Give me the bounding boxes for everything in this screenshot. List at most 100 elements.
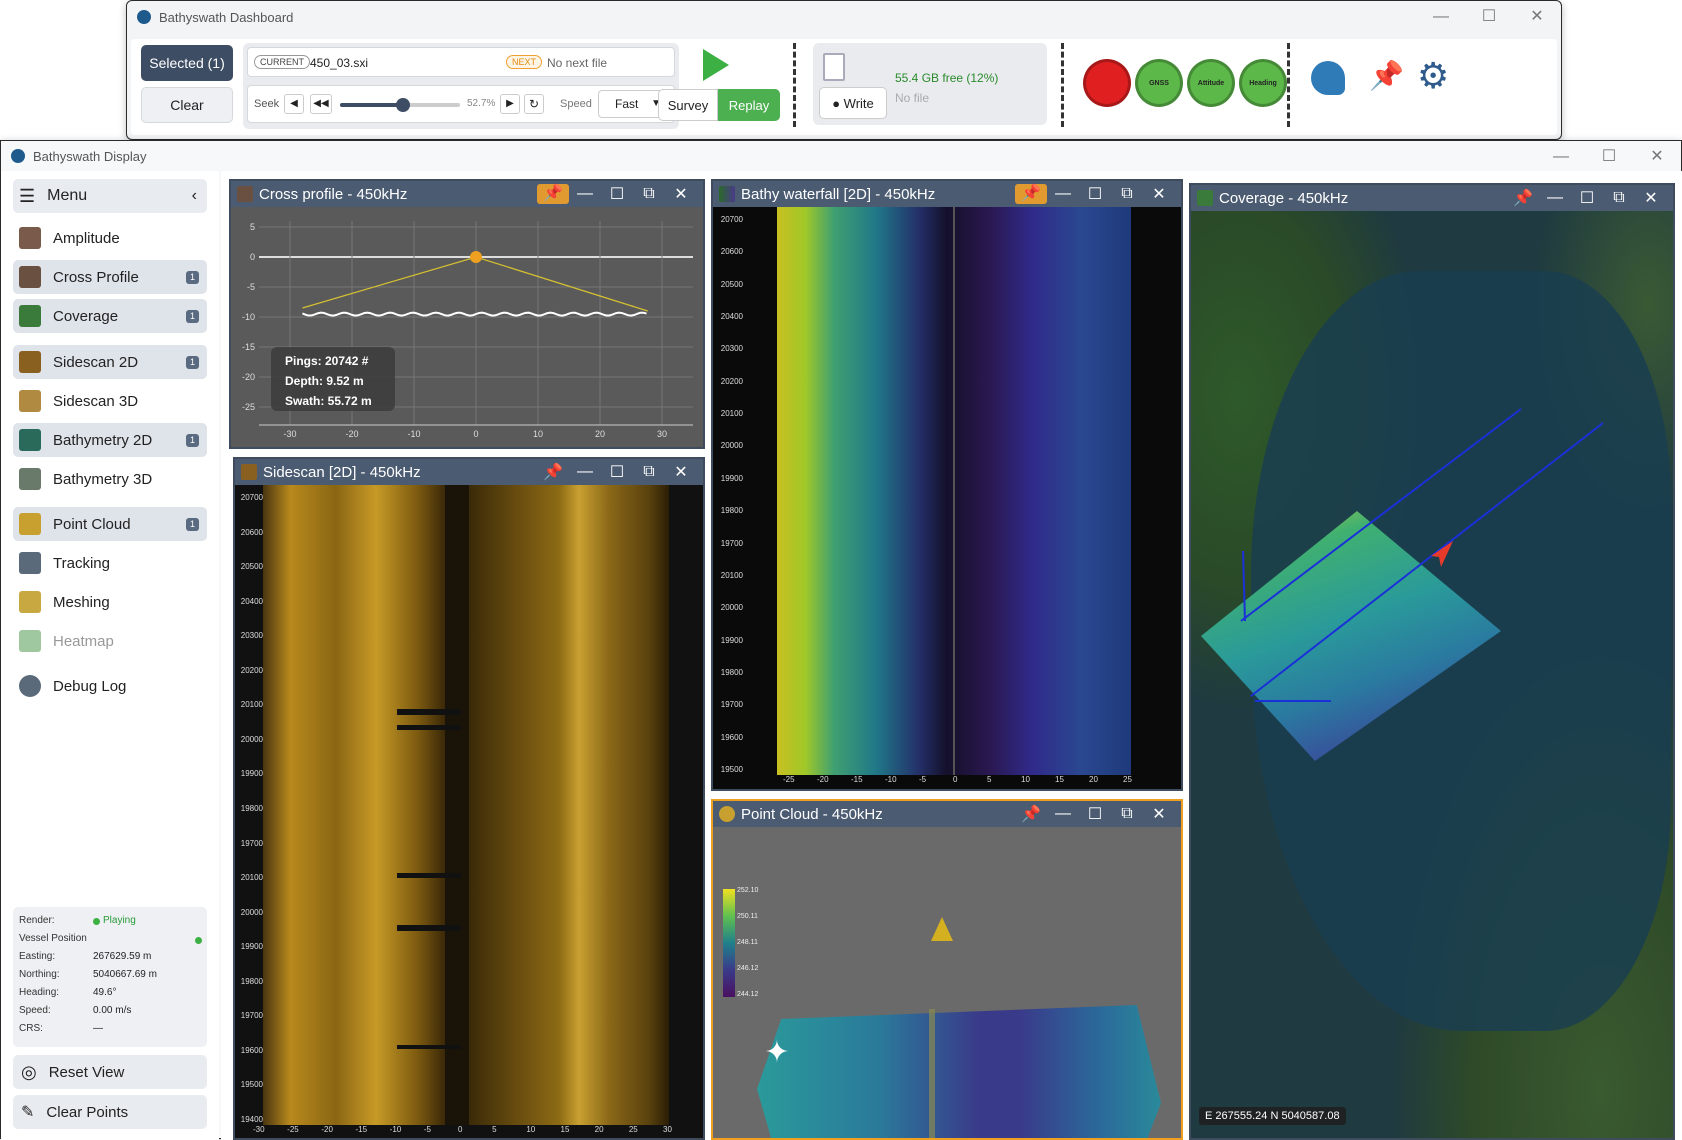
current-tag: CURRENT <box>254 55 310 69</box>
menu-item-sidescan-3d[interactable]: Sidescan 3D <box>13 384 207 418</box>
waterfall-y-tick: 19800 <box>720 667 743 677</box>
pin-icon[interactable]: 📌 <box>537 184 569 204</box>
sidescan-pane: Sidescan [2D] - 450kHz 📌 — ☐ ⧉ ✕ 20700 20… <box>233 457 705 1140</box>
rewind-button[interactable]: ◀◀ <box>310 94 332 114</box>
waterfall-image: 20700 20600 20500 20400 20300 20200 20100 20000… <box>713 207 1181 789</box>
waterfall-x-tick: 0 <box>953 775 958 784</box>
replay-button[interactable]: Replay <box>718 89 780 121</box>
maximize-icon[interactable]: ☐ <box>1465 1 1513 33</box>
step-forward-button[interactable]: ▶ <box>500 94 520 114</box>
y-tick-label: -15 <box>242 342 255 352</box>
menu-item-debug-log[interactable]: Debug Log <box>13 669 207 703</box>
survey-button[interactable]: Survey <box>658 89 718 121</box>
color-legend-bar <box>723 889 735 997</box>
selected-button[interactable]: Selected (1) <box>141 45 233 81</box>
pane-titlebar[interactable]: Cross profile - 450kHz 📌 — ☐ ⧉ ✕ <box>231 181 703 207</box>
maximize-icon[interactable]: ☐ <box>1079 804 1111 824</box>
popout-icon[interactable]: ⧉ <box>1111 185 1143 203</box>
minimize-icon[interactable]: — <box>1047 185 1079 203</box>
menu-item-meshing[interactable]: Meshing <box>13 585 207 619</box>
pane-titlebar[interactable]: Coverage - 450kHz 📌 — ☐ ⧉ ✕ <box>1191 185 1673 211</box>
bathymetry-2d-icon <box>19 429 41 451</box>
pin-icon[interactable]: 📌 <box>1369 59 1404 92</box>
popout-icon[interactable]: ⧉ <box>633 185 665 203</box>
minimize-icon[interactable]: — <box>1539 189 1571 207</box>
pane-titlebar[interactable]: Bathy waterfall [2D] - 450kHz 📌 — ☐ ⧉ ✕ <box>713 181 1181 207</box>
pin-icon[interactable]: 📌 <box>1015 184 1047 204</box>
pin-icon[interactable]: 📌 <box>1507 188 1539 208</box>
clear-points-button[interactable]: ✎ Clear Points <box>13 1095 207 1129</box>
minimize-icon[interactable]: — <box>569 185 601 203</box>
seek-slider-handle[interactable] <box>396 98 411 112</box>
close-icon[interactable]: ✕ <box>665 462 697 482</box>
write-button[interactable]: ● Write <box>819 87 887 119</box>
popout-icon[interactable]: ⧉ <box>1603 189 1635 207</box>
close-icon[interactable]: ✕ <box>1513 1 1561 33</box>
minimize-icon[interactable]: — <box>1417 1 1465 33</box>
menu-item-cross-profile[interactable]: Cross Profile 1 <box>13 260 207 294</box>
compass-icon[interactable]: ✦ <box>759 1035 795 1071</box>
maximize-icon[interactable]: ☐ <box>1079 184 1111 204</box>
minimize-icon[interactable]: — <box>1047 805 1079 823</box>
playing-dot <box>93 918 100 925</box>
close-icon[interactable]: ✕ <box>665 184 697 204</box>
maximize-icon[interactable]: ☐ <box>601 184 633 204</box>
sidescan-2d-icon <box>19 351 41 373</box>
menu-item-tracking[interactable]: Tracking <box>13 546 207 580</box>
display-titlebar: Bathyswath Display — ☐ ✕ <box>1 141 1681 171</box>
reset-view-button[interactable]: ◎ Reset View <box>13 1055 207 1089</box>
menu-item-amplitude[interactable]: Amplitude <box>13 221 207 255</box>
sidescan-x-tick: -15 <box>355 1125 368 1134</box>
popout-icon[interactable]: ⧉ <box>1111 805 1143 823</box>
step-back-button[interactable]: ◀ <box>284 94 304 114</box>
maximize-icon[interactable]: ☐ <box>601 462 633 482</box>
close-icon[interactable]: ✕ <box>1633 141 1681 173</box>
coverage-map[interactable]: E 267555.24 N 5040587.08 <box>1191 211 1673 1138</box>
close-icon[interactable]: ✕ <box>1635 188 1667 208</box>
sidescan-y-axis: 20700 20600 20500 20400 20300 20200 20100 20000… <box>235 485 263 1125</box>
menu-item-bathymetry-2d[interactable]: Bathymetry 2D 1 <box>13 423 207 457</box>
legend-label: 244.12 <box>737 991 759 998</box>
sidescan-y-tick: 19900 <box>240 942 263 952</box>
pane-controls: 📌 — ☐ ⧉ ✕ <box>1015 801 1175 827</box>
menu-item-sidescan-2d[interactable]: Sidescan 2D 1 <box>13 345 207 379</box>
minimize-icon[interactable]: — <box>1537 141 1585 173</box>
minimize-icon[interactable]: — <box>569 463 601 481</box>
document-icon <box>823 53 845 81</box>
pin-icon[interactable]: 📌 <box>1015 804 1047 824</box>
loop-button[interactable]: ↻ <box>524 94 544 114</box>
close-icon[interactable]: ✕ <box>1143 804 1175 824</box>
sidescan-x-axis: -30 -25 -20 -15 -10 -5 0 5 10 15 20 25 30 <box>253 1125 673 1137</box>
menu-item-coverage[interactable]: Coverage 1 <box>13 299 207 333</box>
menu-item-point-cloud[interactable]: Point Cloud 1 <box>13 507 207 541</box>
collapse-icon[interactable]: ‹ <box>192 187 197 205</box>
dashboard-window: Bathyswath Dashboard — ☐ ✕ Selected (1) … <box>126 0 1562 140</box>
attitude-status-button[interactable]: Attitude <box>1187 59 1235 107</box>
seek-slider[interactable] <box>340 98 460 112</box>
maximize-icon[interactable]: ☐ <box>1571 188 1603 208</box>
crs-value: — <box>93 1023 103 1034</box>
menu-header[interactable]: ☰ Menu ‹ <box>13 179 207 213</box>
pane-titlebar[interactable]: Sidescan [2D] - 450kHz 📌 — ☐ ⧉ ✕ <box>235 459 703 485</box>
close-icon[interactable]: ✕ <box>1143 184 1175 204</box>
pin-icon[interactable]: 📌 <box>537 462 569 482</box>
point-cloud-view[interactable]: 252.10 250.11 248.11 246.12 244.12 ✦ <box>713 827 1181 1138</box>
popout-icon[interactable]: ⧉ <box>633 463 665 481</box>
menu-item-heatmap[interactable]: Heatmap <box>13 624 207 658</box>
gear-icon[interactable]: ⚙ <box>1417 55 1449 97</box>
menu-item-bathymetry-3d[interactable]: Bathymetry 3D <box>13 462 207 496</box>
count-badge: 1 <box>186 434 199 447</box>
heading-status-button[interactable]: Heading <box>1239 59 1287 107</box>
easting-label: Easting: <box>19 951 56 962</box>
brush-icon: ✎ <box>21 1104 35 1121</box>
dolphin-icon[interactable] <box>1311 61 1345 95</box>
maximize-icon[interactable]: ☐ <box>1585 141 1633 173</box>
gnss-status-button[interactable]: GNSS <box>1135 59 1183 107</box>
clear-button[interactable]: Clear <box>141 87 233 123</box>
record-status-button[interactable] <box>1083 59 1131 107</box>
play-button[interactable] <box>703 49 729 81</box>
x-tick-label: 20 <box>595 429 605 439</box>
pane-titlebar[interactable]: Point Cloud - 450kHz 📌 — ☐ ⧉ ✕ <box>713 801 1181 827</box>
track-line <box>1240 408 1604 702</box>
sidescan-3d-icon <box>19 390 41 412</box>
